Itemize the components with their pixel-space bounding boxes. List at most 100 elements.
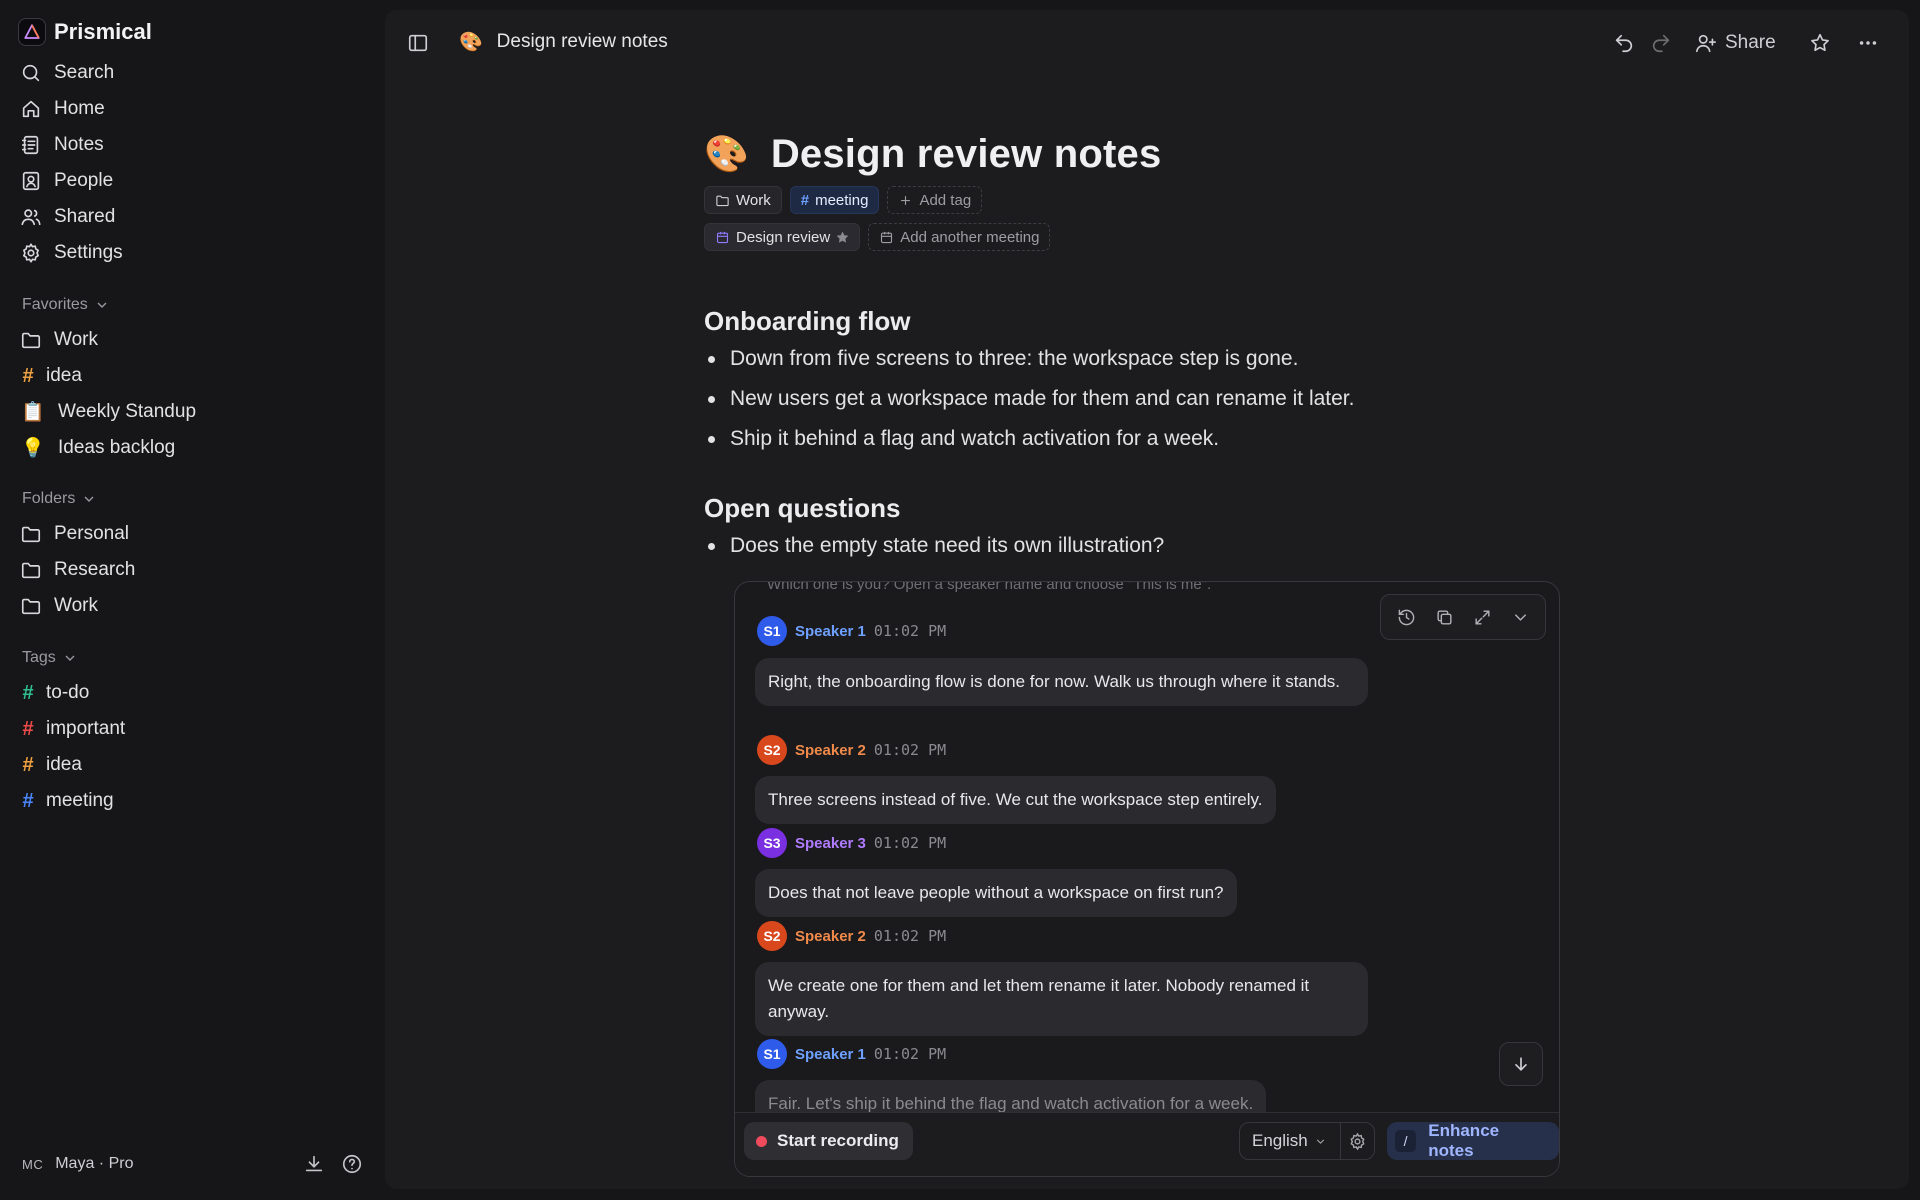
sidebar-item-people[interactable]: People [20,165,113,197]
message-header: S1 Speaker 1 01:02 PM [757,1039,946,1069]
list-item[interactable]: Does the empty state need its own illust… [704,526,1164,566]
sidebar-item-label: idea [46,365,82,386]
download-icon [305,1155,323,1172]
tag-item-meeting[interactable]: # meeting [20,785,113,817]
folder-icon [21,562,41,579]
calendar-plus-icon [881,231,893,243]
folders-section-toggle[interactable]: Folders [22,487,97,511]
home-icon [22,100,40,118]
clipboard-icon: 📋 [21,402,45,423]
section-title: Folders [22,490,76,507]
collapse-button[interactable] [1506,603,1534,631]
list-item[interactable]: New users get a workspace made for them … [704,379,1354,419]
speaker-avatar[interactable]: S2 [757,735,787,765]
folder-icon [21,598,41,615]
search-icon [22,64,40,82]
language-select[interactable]: English [1240,1131,1340,1151]
favorite-button[interactable] [1805,28,1835,58]
message-time: 01:02 PM [873,1045,947,1063]
share-button[interactable]: Share [1695,28,1776,58]
tag-chip-meeting[interactable]: # meeting [789,186,880,214]
sidebar-item-shared[interactable]: Shared [20,201,115,233]
speaker-avatar[interactable]: S1 [757,1039,787,1069]
message-time: 01:02 PM [873,927,947,945]
add-meeting-button[interactable]: Add another meeting [868,223,1051,251]
sidebar-item-search[interactable]: Search [20,57,114,89]
download-button[interactable] [301,1151,327,1177]
expand-icon [1474,609,1490,625]
sidebar-item-label: Work [54,595,98,616]
folder-item-research[interactable]: Research [20,554,135,586]
tag-item-idea[interactable]: # idea [20,749,81,781]
more-options-button[interactable] [1853,28,1883,58]
history-button[interactable] [1392,603,1420,631]
add-tag-button[interactable]: Add tag [887,186,983,214]
breadcrumb[interactable]: 🎨 Design review notes [459,28,668,56]
folder-icon [21,526,41,543]
copy-button[interactable] [1430,603,1458,631]
speaker-avatar[interactable]: S2 [757,921,787,951]
message-bubble: Right, the onboarding flow is done for n… [755,658,1368,706]
favorite-item-ideas-backlog[interactable]: 💡 Ideas backlog [20,432,175,464]
start-recording-button[interactable]: Start recording [744,1122,913,1160]
speaker-name[interactable]: Speaker 1 [795,623,866,640]
chip-label: Add tag [919,191,972,209]
tag-item-to-do[interactable]: # to-do [20,677,89,709]
page-title[interactable]: Design review notes [771,132,1162,177]
list-item[interactable]: Ship it behind a flag and watch activati… [704,419,1354,459]
favorite-item-work[interactable]: Work [20,324,98,356]
speaker-name[interactable]: Speaker 1 [795,1046,866,1063]
speaker-avatar[interactable]: S3 [757,828,787,858]
speaker-name[interactable]: Speaker 2 [795,742,866,759]
shortcut-key: / [1395,1130,1417,1152]
help-button[interactable] [339,1151,365,1177]
plus-icon [901,195,911,205]
sidebar-toggle-icon [408,34,428,52]
folder-item-work[interactable]: Work [20,590,98,622]
record-dot-icon [756,1135,767,1147]
speaker-name[interactable]: Speaker 3 [795,835,866,852]
tag-item-important[interactable]: # important [20,713,125,745]
section-heading[interactable]: Onboarding flow [704,306,911,337]
favorite-item-weekly-standup[interactable]: 📋 Weekly Standup [20,396,196,428]
chevron-down-icon [84,496,94,502]
sidebar-item-notes[interactable]: Notes [20,129,104,161]
toggle-sidebar-button[interactable] [403,28,433,58]
sidebar-item-settings[interactable]: Settings [20,237,123,269]
list-item[interactable]: Down from five screens to three: the wor… [704,339,1354,379]
expand-button[interactable] [1468,603,1496,631]
folder-chip[interactable]: Work [704,186,782,214]
favorites-section-toggle[interactable]: Favorites [22,293,110,317]
sidebar-item-label: important [46,718,126,739]
sidebar-item-home[interactable]: Home [20,93,105,125]
redo-button[interactable] [1646,28,1676,58]
speaker-avatar[interactable]: S1 [757,616,787,646]
enhance-notes-button[interactable]: / Enhance notes [1387,1121,1559,1160]
folder-item-personal[interactable]: Personal [20,518,129,550]
transcript-settings-button[interactable] [1340,1123,1374,1159]
scroll-to-bottom-button[interactable] [1499,1042,1543,1086]
chevron-down-icon [65,655,75,661]
sidebar-item-label: Ideas backlog [58,437,176,458]
favorite-item-idea[interactable]: # idea [20,360,82,392]
section-heading[interactable]: Open questions [704,493,900,524]
arrow-down-icon [1515,1057,1527,1072]
meeting-chip[interactable]: Design review [704,223,861,251]
palette-icon[interactable]: 🎨 [704,133,749,175]
copy-icon [1436,609,1452,625]
message-time: 01:02 PM [873,741,947,759]
shared-icon [21,209,41,226]
chevron-down-icon [97,302,107,308]
language-controls: English [1239,1122,1375,1160]
message-time: 01:02 PM [873,834,947,852]
message-time: 01:02 PM [873,622,947,640]
speaker-name[interactable]: Speaker 2 [795,928,866,945]
user-account[interactable]: MC Maya · Pro [22,1150,133,1178]
main-panel: 🎨 Design review notes Share 🎨 Design rev… [385,10,1909,1189]
tags-section-toggle[interactable]: Tags [22,646,78,670]
redo-icon [1652,34,1670,53]
topbar: 🎨 Design review notes Share [385,10,1909,74]
brand[interactable]: Prismical [18,18,152,46]
hash-icon: # [22,753,34,776]
undo-button[interactable] [1609,28,1639,58]
